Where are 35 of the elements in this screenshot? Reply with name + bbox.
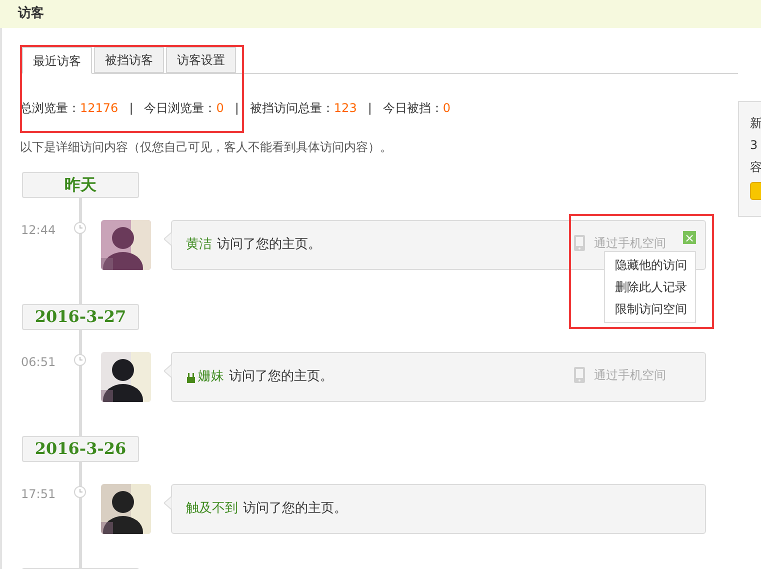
- stat-label: 今日浏览量：: [144, 100, 216, 117]
- tab[interactable]: 最近访客: [22, 47, 92, 74]
- stat-value: 123: [334, 100, 357, 117]
- panel-text: 3: [750, 137, 759, 154]
- visit-action: 访问了您的主页。: [229, 368, 333, 386]
- stat-value: 0: [216, 100, 224, 117]
- tab[interactable]: 访客设置: [166, 47, 236, 73]
- menu-item[interactable]: 隐藏他的访问: [605, 254, 695, 276]
- stat-value: 0: [442, 100, 451, 117]
- page-title: 访客: [18, 4, 44, 24]
- visit-action: 访问了您的主页。: [243, 500, 347, 518]
- separator-text: |: [234, 100, 239, 117]
- phone-icon: [574, 235, 585, 251]
- menu-item[interactable]: 限制访问空间: [605, 298, 695, 320]
- visit-source: 通过手机空间: [594, 367, 666, 384]
- visitor-name[interactable]: 触及不到: [186, 499, 238, 519]
- date-label: 昨天: [22, 172, 139, 198]
- separator-text: |: [129, 100, 134, 117]
- separator-text: |: [368, 100, 372, 117]
- visit-action: 访问了您的主页。: [217, 236, 321, 254]
- date-label: 2016-3-26: [22, 436, 139, 462]
- menu-item[interactable]: 删除此人记录: [605, 276, 695, 298]
- phone-icon: [574, 367, 585, 383]
- visit-source: 通过手机空间: [594, 235, 666, 252]
- note-text: 以下是详细访问内容（仅您自己可见，客人不能看到具体访问内容）。: [20, 139, 393, 156]
- visitor-name[interactable]: 黄洁: [186, 235, 212, 255]
- tab[interactable]: 被挡访客: [94, 47, 164, 73]
- visit-time: 12:44: [21, 222, 57, 239]
- visit-time: 06:51: [21, 354, 57, 371]
- visitor-name[interactable]: 姗妹: [198, 367, 224, 387]
- stat-label: 被挡访问总量：: [250, 100, 334, 117]
- visit-time: 17:51: [21, 486, 57, 503]
- date-label: 2016-3-27: [22, 304, 139, 330]
- stat-label: 今日被挡：: [382, 100, 443, 117]
- stat-value: 12176: [80, 100, 118, 117]
